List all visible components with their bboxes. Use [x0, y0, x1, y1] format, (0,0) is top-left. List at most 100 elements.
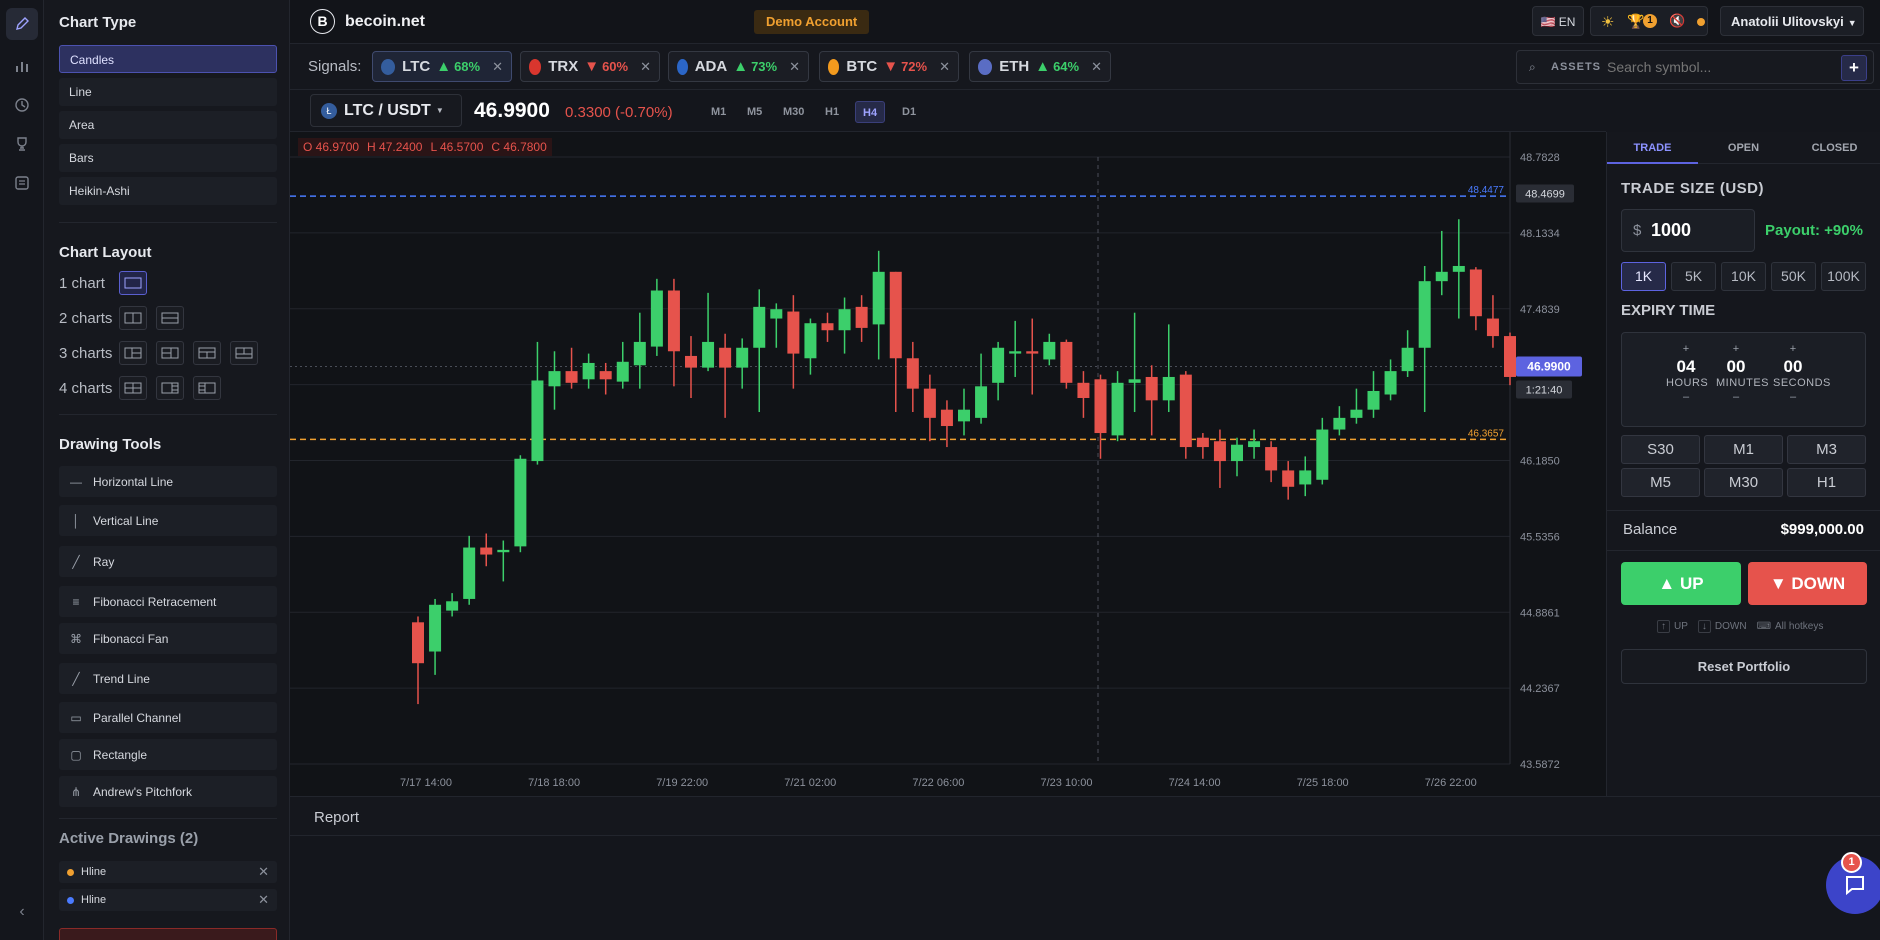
tool-vertical-line[interactable]: │ Vertical Line [59, 505, 277, 536]
hours-decrement-icon[interactable]: – [1666, 391, 1706, 403]
down-button[interactable]: ▼ DOWN [1748, 562, 1867, 605]
amount-1k-button[interactable]: 1K [1621, 262, 1666, 291]
hline-label: 48.4477 [1468, 185, 1505, 196]
tool-parallel-channel[interactable]: ▭ Parallel Channel [59, 702, 277, 733]
close-icon[interactable]: ✕ [492, 59, 503, 75]
tab-open[interactable]: OPEN [1698, 132, 1789, 164]
tf-m5[interactable]: M5 [740, 101, 769, 123]
tf-d1[interactable]: D1 [895, 101, 923, 123]
tf-m1[interactable]: M1 [704, 101, 733, 123]
signal-chip-ada[interactable]: ADA ▲ 73% ✕ [668, 51, 809, 82]
chart-type-candles[interactable]: Candles [59, 45, 277, 73]
tool-horizontal-line[interactable]: — Horizontal Line [59, 466, 277, 497]
expiry-m1-button[interactable]: M1 [1704, 435, 1783, 464]
close-icon[interactable]: ✕ [640, 59, 651, 75]
tf-h4[interactable]: H4 [855, 101, 886, 123]
expiry-m5-button[interactable]: M5 [1621, 468, 1700, 497]
sound-off-icon[interactable]: 🔇 [1669, 13, 1685, 29]
layout-three-d-icon[interactable] [230, 341, 258, 365]
chart-type-area[interactable]: Area [59, 111, 277, 139]
signal-chip-ltc[interactable]: LTC ▲ 68% ✕ [372, 51, 512, 82]
collapse-icon[interactable]: ‹ [6, 896, 38, 928]
active-drawing-item[interactable]: Hline ✕ [59, 889, 277, 911]
language-selector[interactable]: 🇺🇸 EN [1532, 6, 1584, 36]
chart-type-bars[interactable]: Bars [59, 144, 277, 172]
up-button[interactable]: ▲ UP [1621, 562, 1741, 605]
tf-h1[interactable]: H1 [818, 101, 846, 123]
trophy-icon[interactable] [6, 128, 38, 160]
amount-field[interactable]: $ 1000 [1621, 209, 1755, 252]
candle-body [1418, 281, 1431, 348]
expiry-m3-button[interactable]: M3 [1787, 435, 1866, 464]
bar-chart-icon[interactable] [6, 50, 38, 82]
layout-three-a-icon[interactable] [119, 341, 147, 365]
tool-trend-line[interactable]: ╱ Trend Line [59, 663, 277, 694]
report-tab[interactable]: Report [314, 809, 359, 826]
site-name[interactable]: becoin.net [345, 13, 425, 31]
sun-icon[interactable]: ☀ [1601, 13, 1614, 31]
user-menu[interactable]: Anatolii Ulitovskyi ▼ [1720, 6, 1864, 36]
expiry-m30-button[interactable]: M30 [1704, 468, 1783, 497]
pair-selector[interactable]: Ł LTC / USDT ▼ [310, 94, 462, 127]
calculator-icon[interactable] [6, 167, 38, 199]
layout-two-vertical-icon[interactable] [119, 306, 147, 330]
chart-type-line[interactable]: Line [59, 78, 277, 106]
candle-body [412, 622, 424, 664]
candlestick-chart-svg[interactable]: 48.782848.133447.483946.834546.185045.53… [290, 132, 1606, 796]
layout-four-grid-icon[interactable] [119, 376, 147, 400]
signal-chip-eth[interactable]: ETH ▲ 64% ✕ [969, 51, 1111, 82]
minutes-increment-icon[interactable]: + [1716, 343, 1756, 355]
reset-portfolio-button[interactable]: Reset Portfolio [1621, 649, 1867, 684]
close-icon[interactable]: ✕ [939, 59, 950, 75]
tool-rectangle[interactable]: ▢ Rectangle [59, 739, 277, 770]
demo-account-badge[interactable]: Demo Account [754, 10, 870, 34]
layout-single-icon[interactable] [119, 271, 147, 295]
amount-10k-button[interactable]: 10K [1721, 262, 1766, 291]
tab-closed[interactable]: CLOSED [1789, 132, 1880, 164]
tab-trade[interactable]: TRADE [1607, 132, 1698, 164]
clock-icon[interactable] [6, 89, 38, 121]
seconds-decrement-icon[interactable]: – [1773, 391, 1813, 403]
all-hotkeys-link[interactable]: All hotkeys [1775, 621, 1823, 632]
signal-chip-btc[interactable]: BTC ▼ 72% ✕ [819, 51, 959, 82]
add-asset-button[interactable]: + [1841, 55, 1867, 81]
expiry-h1-button[interactable]: H1 [1787, 468, 1866, 497]
amount-50k-button[interactable]: 50K [1771, 262, 1816, 291]
remove-drawing-icon[interactable]: ✕ [258, 892, 269, 908]
layout-two-horizontal-icon[interactable] [156, 306, 184, 330]
layout-three-b-icon[interactable] [156, 341, 184, 365]
layout-three-c-icon[interactable] [193, 341, 221, 365]
pencil-icon[interactable] [6, 8, 38, 40]
layout-four-b-icon[interactable] [156, 376, 184, 400]
hours-increment-icon[interactable]: + [1666, 343, 1706, 355]
trade-size-label: TRADE SIZE (USD) [1621, 180, 1764, 197]
tool-fibonacci-fan[interactable]: ⌘ Fibonacci Fan [59, 623, 277, 654]
logo-icon[interactable]: B [310, 9, 335, 34]
layout-label: 3 charts [59, 344, 113, 362]
ohlc-high: H 47.2400 [367, 140, 423, 154]
remove-drawing-icon[interactable]: ✕ [258, 864, 269, 880]
close-icon[interactable]: ✕ [1091, 59, 1102, 75]
chart-type-heikin-ashi[interactable]: Heikin-Ashi [59, 177, 277, 205]
payout-label: Payout: +90% [1765, 222, 1863, 239]
layout-four-c-icon[interactable] [193, 376, 221, 400]
amount-100k-button[interactable]: 100K [1821, 262, 1866, 291]
tool-andrews-pitchfork[interactable]: ⋔ Andrew's Pitchfork [59, 776, 277, 807]
trophy-icon[interactable]: 🏆 [1627, 13, 1644, 30]
seconds-increment-icon[interactable]: + [1773, 343, 1813, 355]
candle-body [872, 271, 885, 325]
active-drawing-item[interactable]: Hline ✕ [59, 861, 277, 883]
price-chart[interactable]: 48.782848.133447.483946.834546.185045.53… [290, 132, 1606, 796]
amount-5k-button[interactable]: 5K [1671, 262, 1716, 291]
minutes-decrement-icon[interactable]: – [1716, 391, 1756, 403]
drawing-tools-title: Drawing Tools [59, 436, 162, 453]
expiry-s30-button[interactable]: S30 [1621, 435, 1700, 464]
tf-m30[interactable]: M30 [776, 101, 811, 123]
ohlc-open: O 46.9700 [303, 140, 360, 154]
signal-chip-trx[interactable]: TRX ▼ 60% ✕ [520, 51, 660, 82]
close-icon[interactable]: ✕ [789, 59, 800, 75]
clear-all-drawings-button[interactable] [59, 928, 277, 940]
tool-ray[interactable]: ╱ Ray [59, 546, 277, 577]
tool-fibonacci-retracement[interactable]: ≡ Fibonacci Retracement [59, 586, 277, 617]
search-symbol-input[interactable] [1607, 56, 1827, 78]
